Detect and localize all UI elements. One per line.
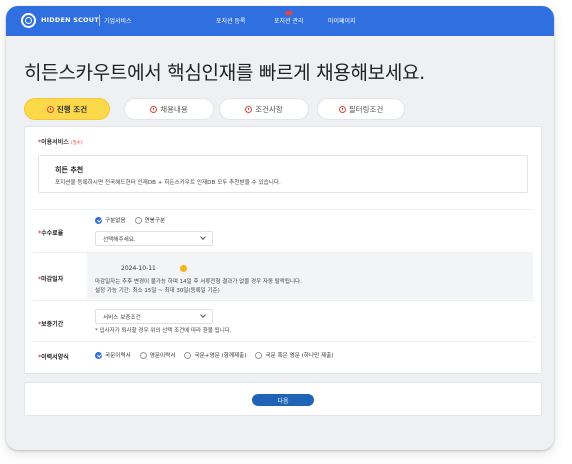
nav-mypage[interactable]: 마이페이지 — [328, 16, 356, 25]
next-button[interactable]: 다음 — [252, 394, 314, 406]
fee-label: *수수료율 — [38, 230, 64, 237]
chevron-down-icon — [200, 312, 206, 318]
calendar-icon[interactable] — [180, 265, 187, 272]
clock-icon — [245, 105, 253, 113]
service-option-desc: 포지션을 등록하시면 전국헤드헌터 인재DB + 히든스카우트 인재DB 모두 … — [55, 180, 281, 186]
deadline-note-1: 마감일자는 추후 변경이 불가능 하며 14일 후 서류전형 결과가 없을 경우… — [95, 279, 302, 285]
footer-card: 다음 — [24, 382, 542, 416]
top-nav-bar: HIDDEN SCOUT 기업서비스 포지션 등록 포지션 관리 마이페이지 — [6, 6, 554, 36]
fee-radio-group: 구분없음 연봉구분 — [95, 216, 165, 224]
tab-filter-conditions[interactable]: 필터링조건 — [317, 98, 405, 120]
nav-position-manage[interactable]: 포지션 관리 — [274, 11, 304, 25]
radio-empty-icon — [139, 351, 147, 359]
resume-option-either[interactable]: 국문 혹은 영문 (하나만 제출) — [255, 351, 334, 359]
fee-select[interactable]: 선택해주세요. — [95, 231, 213, 246]
tab-label: 진행 조건 — [56, 104, 88, 114]
tab-progress-conditions[interactable]: 진행 조건 — [24, 98, 110, 120]
page-title: 히든스카우트에서 핵심인재를 빠르게 채용해보세요. — [24, 62, 425, 84]
service-section-label: *이용서비스 (필수) — [38, 139, 83, 146]
chevron-down-icon — [200, 234, 206, 240]
tab-label: 조건사항 — [255, 104, 283, 114]
fee-option-salary[interactable]: 연봉구분 — [134, 216, 165, 224]
resume-option-both[interactable]: 국문+영문 (함께제출) — [184, 351, 246, 359]
brand-name[interactable]: HIDDEN SCOUT — [41, 16, 99, 24]
nav-position-manage-label: 포지션 관리 — [274, 18, 304, 25]
guarantee-select[interactable]: 서비스 보증조건 — [95, 309, 213, 324]
radio-empty-icon — [184, 351, 192, 359]
divider — [33, 341, 533, 342]
guarantee-note: * 입사자가 퇴사할 경우 위의 선택 조건에 따라 환불 됩니다. — [95, 328, 232, 334]
hidden-scout-logo-icon[interactable] — [21, 13, 36, 28]
deadline-label: *마감일자 — [38, 276, 64, 283]
form-card: *이용서비스 (필수) 히든 추천 포지션을 등록하시면 전국헤드헌터 인재DB… — [24, 126, 542, 374]
clock-icon — [150, 105, 158, 113]
clock-icon — [46, 105, 54, 113]
guarantee-label: *보증기간 — [38, 321, 64, 328]
service-option-box[interactable]: 히든 추천 포지션을 등록하시면 전국헤드헌터 인재DB + 히든스카우트 인재… — [38, 155, 528, 193]
deadline-date[interactable]: 2024-10-11 — [121, 265, 156, 272]
radio-empty-icon — [134, 216, 142, 224]
brand-divider — [99, 15, 100, 26]
required-tag: (필수) — [70, 141, 83, 146]
service-option-title: 히든 추천 — [55, 166, 84, 174]
tab-label: 필터링조건 — [348, 104, 384, 114]
divider — [33, 300, 533, 301]
radio-checked-icon — [95, 351, 102, 359]
tab-conditions[interactable]: 조건사항 — [219, 98, 309, 120]
tab-recruit-content[interactable]: 채용내용 — [124, 98, 214, 120]
nav-notification-badge — [285, 11, 293, 15]
resume-option-korean[interactable]: 국문이력서 — [95, 351, 131, 359]
brand-subtitle: 기업서비스 — [104, 18, 132, 25]
nav-position-register[interactable]: 포지션 등록 — [216, 16, 246, 25]
fee-option-none[interactable]: 구분없음 — [95, 216, 126, 224]
resume-option-english[interactable]: 영문이력서 — [139, 351, 175, 359]
resume-radio-group: 국문이력서 영문이력서 국문+영문 (함께제출) 국문 혹은 영문 (하나만 제… — [95, 351, 334, 359]
divider — [33, 209, 533, 210]
resume-label: *이력서양식 — [38, 354, 69, 361]
radio-empty-icon — [255, 351, 263, 359]
deadline-note-2: 설정 가능 기간: 최소 15일 ~ 최대 30일(등록일 기준) — [95, 288, 220, 294]
tab-label: 채용내용 — [160, 104, 188, 114]
radio-checked-icon — [95, 216, 102, 224]
clock-icon — [338, 105, 346, 113]
app-window: HIDDEN SCOUT 기업서비스 포지션 등록 포지션 관리 마이페이지 히… — [6, 6, 554, 450]
